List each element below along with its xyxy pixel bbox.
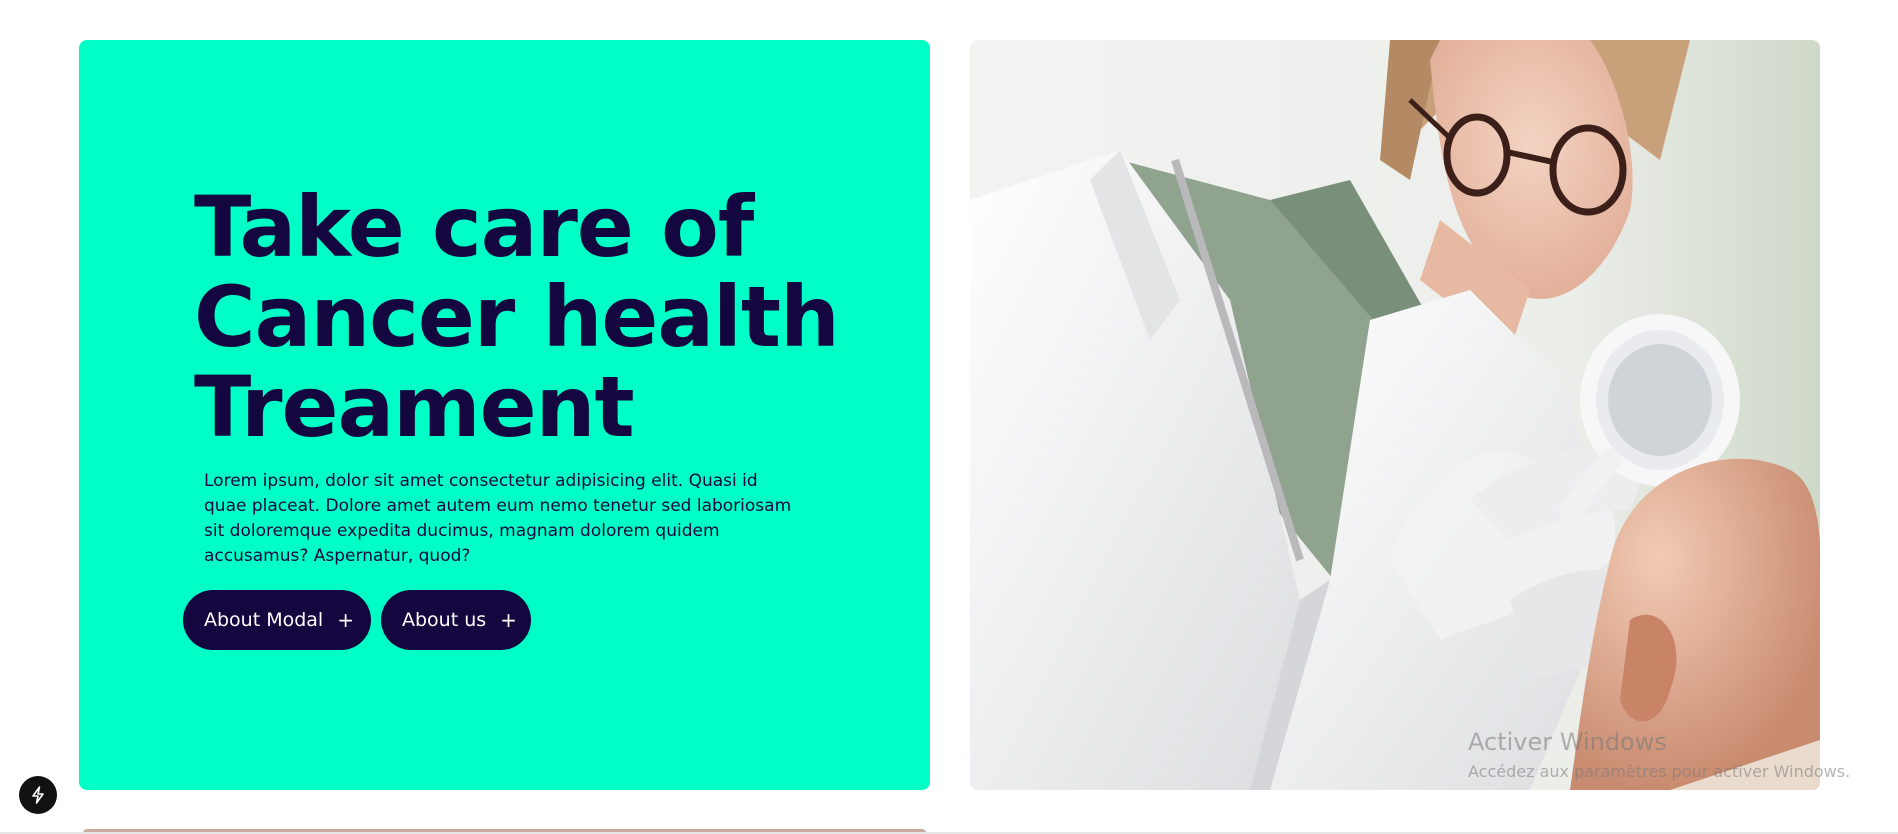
- lightning-icon: [32, 786, 44, 804]
- hero-title: Take care of Cancer health Treament: [194, 182, 894, 452]
- windows-activation-watermark: Activer Windows Accédez aux paramètres p…: [1468, 728, 1850, 781]
- hero-description: Lorem ipsum, dolor sit amet consectetur …: [204, 471, 792, 566]
- about-modal-button[interactable]: About Modal +: [183, 590, 371, 650]
- watermark-title: Activer Windows: [1468, 728, 1667, 756]
- about-modal-button-label: About Modal: [204, 609, 324, 631]
- plus-icon: +: [500, 608, 517, 632]
- watermark-subtitle: Accédez aux paramètres pour activer Wind…: [1468, 762, 1851, 781]
- plus-icon: +: [337, 608, 354, 632]
- hero-title-line-2: Cancer health: [194, 268, 840, 366]
- about-us-button[interactable]: About us +: [381, 590, 531, 650]
- hero-card: Take care of Cancer health Treament Lore…: [79, 40, 930, 790]
- hero-title-line-1: Take care of: [194, 178, 754, 276]
- lightning-badge-button[interactable]: [19, 776, 57, 814]
- hero-image: [970, 40, 1820, 790]
- about-us-button-label: About us: [402, 609, 487, 631]
- doctor-photo: [970, 40, 1820, 790]
- hero-title-line-3: Treament: [194, 358, 635, 456]
